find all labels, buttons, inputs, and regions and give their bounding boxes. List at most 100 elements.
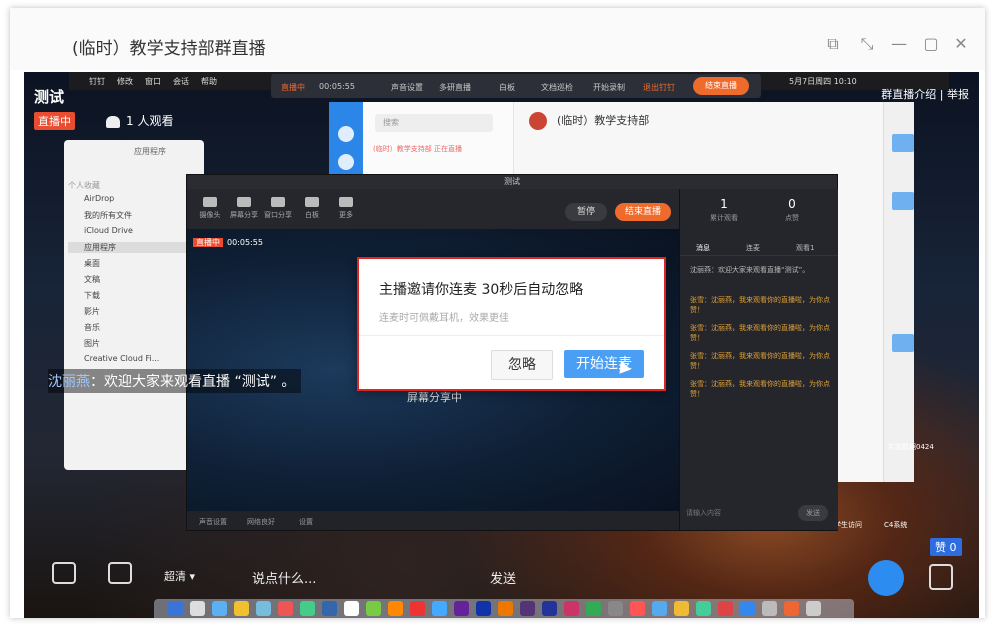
dock-app-icon bbox=[542, 601, 557, 616]
panel-toolbar: 摄像头 屏幕分享 窗口分享 白板 更多 暂停 结束直播 bbox=[187, 189, 679, 229]
dock-app-icon bbox=[630, 601, 645, 616]
folder-icon bbox=[892, 134, 914, 152]
stat-label: 累计观看 bbox=[710, 214, 738, 222]
finder-item: 音乐 bbox=[84, 323, 100, 332]
send-button[interactable]: 发送 bbox=[490, 568, 516, 587]
live-video-stage: 钉钉 修改 窗口 会话 帮助 5月7日周四 10:10 直播中 00:05:55… bbox=[24, 72, 979, 618]
chat-overlay-text: ：欢迎大家来观看直播 “测试” 。 bbox=[90, 374, 296, 390]
panel-bottom-tools: 声音设置 网络良好 设置 bbox=[187, 511, 679, 530]
ignore-button: 忽略 bbox=[491, 350, 553, 380]
dock-app-icon bbox=[322, 601, 337, 616]
desktop-icon-label: C4系统 bbox=[884, 521, 908, 529]
rec-item: 白板 bbox=[499, 83, 515, 92]
finder-item: Creative Cloud Fi... bbox=[84, 354, 160, 363]
quality-select[interactable]: 超清 ▾ bbox=[164, 568, 195, 584]
stat-likes: 0 点赞 bbox=[762, 197, 822, 223]
minimize-icon[interactable]: — bbox=[888, 34, 910, 53]
screen-sharing-label: 屏幕分享中 bbox=[407, 391, 462, 404]
dock-app-icon bbox=[784, 601, 799, 616]
dock-app-icon bbox=[520, 601, 535, 616]
reaction-button[interactable] bbox=[868, 560, 904, 596]
dock-app-icon bbox=[388, 601, 403, 616]
chat-icon bbox=[338, 154, 354, 170]
comment-input[interactable]: 说点什么... bbox=[252, 568, 452, 587]
window-title: (临时）教学支持部群直播 bbox=[72, 39, 266, 59]
dingtalk-search: 搜索 bbox=[375, 114, 493, 132]
screen-share-icon bbox=[237, 197, 251, 207]
like-count-badge: 赞 0 bbox=[930, 538, 962, 556]
rec-item: 开始录制 bbox=[593, 83, 625, 92]
group-avatar bbox=[529, 112, 547, 130]
dialog-subtitle: 连麦时可佩戴耳机，效果更佳 bbox=[379, 313, 509, 324]
finder-item: 我的所有文件 bbox=[84, 211, 132, 220]
tab-viewers: 观看1 bbox=[796, 244, 815, 252]
whiteboard-icon bbox=[305, 197, 319, 207]
dock-app-icon bbox=[476, 601, 491, 616]
side-message: 沈丽燕：欢迎大家来观看直播“测试”。 bbox=[690, 266, 810, 274]
dock-app-icon bbox=[256, 601, 271, 616]
finder-item: AirDrop bbox=[84, 194, 115, 203]
folder-icon bbox=[892, 334, 914, 352]
stat-value: 1 bbox=[720, 197, 728, 211]
preview-live-badge: 直播中 bbox=[193, 238, 223, 247]
side-message: 张雪：沈丽燕，我来观看你的直播啦，为你点赞！ bbox=[690, 352, 830, 370]
rec-status: 直播中 bbox=[281, 83, 305, 92]
end-live-button: 结束直播 bbox=[693, 77, 749, 95]
dock-app-icon bbox=[300, 601, 315, 616]
dock-app-icon bbox=[762, 601, 777, 616]
dialog-divider bbox=[359, 335, 664, 336]
viewer-count: 1 人观看 bbox=[106, 112, 173, 129]
panel-title: 测试 bbox=[187, 175, 837, 189]
mac-clock: 5月7日周四 10:10 bbox=[789, 77, 857, 86]
side-tabs: 消息 连麦 观看1 bbox=[680, 237, 838, 256]
fullscreen-icon[interactable]: ⤡ bbox=[856, 34, 878, 54]
live-window: (临时）教学支持部群直播 ⧉ ⤡ — ▢ ✕ 钉钉 修改 窗口 会话 帮助 5月… bbox=[10, 8, 985, 618]
desktop-icon-label: 学生访问 bbox=[834, 521, 862, 529]
finder-item: 文稿 bbox=[84, 275, 100, 284]
live-intro-report[interactable]: 群直播介绍 | 举报 bbox=[881, 86, 969, 102]
start-mic-button: 开始连麦 bbox=[564, 350, 644, 378]
dock-app-icon bbox=[366, 601, 381, 616]
folder-icon bbox=[892, 192, 914, 210]
screen-share-tool: 屏幕分享 bbox=[229, 197, 259, 220]
popout-icon[interactable]: ⧉ bbox=[822, 34, 844, 54]
finder-item: 影片 bbox=[84, 307, 100, 316]
menu-item: 钉钉 bbox=[89, 77, 105, 86]
dock-app-icon bbox=[432, 601, 447, 616]
window-share-icon bbox=[271, 197, 285, 207]
recording-toolbar: 直播中 00:05:55 声音设置 多研直播 白板 文档巡检 开始录制 退出钉钉… bbox=[271, 74, 761, 98]
maximize-icon[interactable]: ▢ bbox=[920, 34, 942, 53]
thumbs-up-icon[interactable] bbox=[929, 564, 953, 590]
menu-item: 窗口 bbox=[145, 77, 161, 86]
close-icon[interactable]: ✕ bbox=[950, 34, 972, 53]
camera-tool: 摄像头 bbox=[195, 197, 225, 220]
notes-icon[interactable] bbox=[52, 562, 76, 584]
dock-app-icon bbox=[234, 601, 249, 616]
dingtalk-chat-header: (临时）教学支持部 bbox=[529, 112, 649, 130]
network-status: 网络良好 bbox=[247, 518, 275, 526]
dock-app-icon bbox=[410, 601, 425, 616]
rec-item: 声音设置 bbox=[391, 83, 423, 92]
viewer-count-text: 1 人观看 bbox=[126, 114, 174, 128]
end-live-panel-button: 结束直播 bbox=[615, 203, 671, 221]
tab-messages: 消息 bbox=[696, 244, 710, 252]
more-icon bbox=[339, 197, 353, 207]
dock-app-icon bbox=[278, 601, 293, 616]
preview-rec-tag: 直播中 00:05:55 bbox=[193, 237, 263, 248]
camera-tool-label: 摄像头 bbox=[199, 211, 221, 219]
rotate-icon[interactable] bbox=[108, 562, 132, 584]
more-tool: 更多 bbox=[331, 197, 361, 220]
finder-item: iCloud Drive bbox=[84, 226, 133, 235]
menu-item: 修改 bbox=[117, 77, 133, 86]
dock-app-icon bbox=[168, 601, 183, 616]
avatar bbox=[338, 126, 354, 142]
side-message: 张雪：沈丽燕，我来观看你的直播啦，为你点赞！ bbox=[690, 296, 830, 314]
menu-item: 帮助 bbox=[201, 77, 217, 86]
dock-app-icon bbox=[740, 601, 755, 616]
stat-total-views: 1 累计观看 bbox=[694, 197, 754, 223]
dock-app-icon bbox=[454, 601, 469, 616]
finder-item: 个人收藏 bbox=[68, 181, 100, 190]
dock-app-icon bbox=[696, 601, 711, 616]
more-tool-label: 更多 bbox=[339, 211, 353, 219]
finder-title: 应用程序 bbox=[134, 147, 166, 156]
